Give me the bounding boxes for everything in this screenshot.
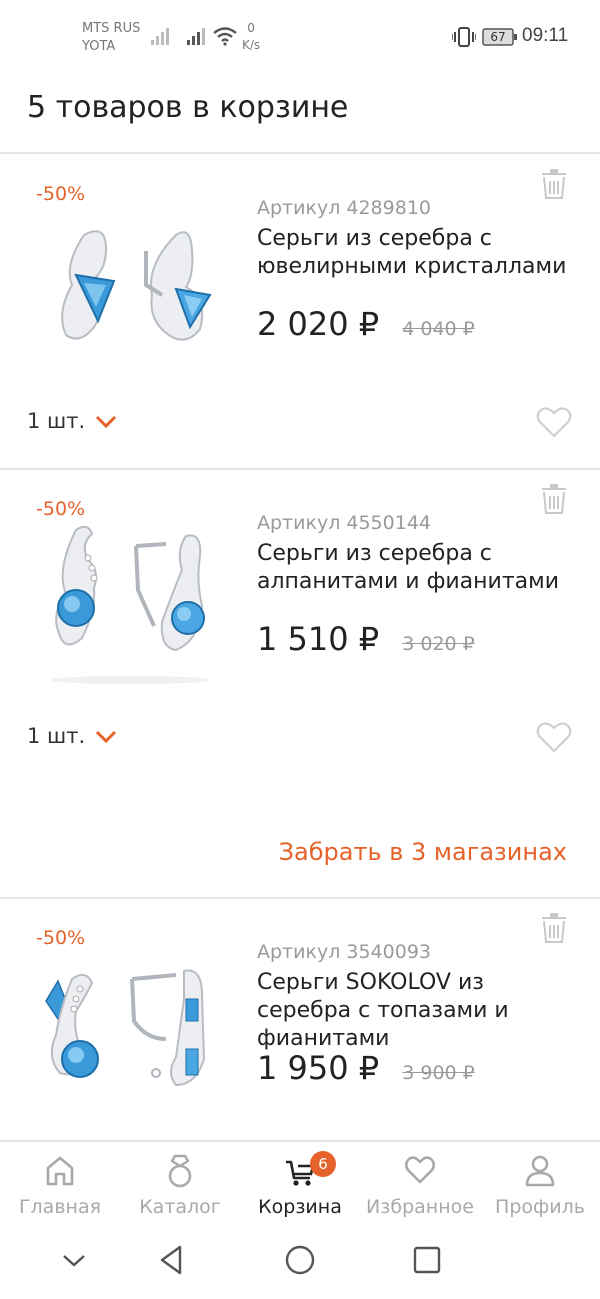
network-speed: 0 K/s (242, 20, 260, 54)
vibrate-icon (452, 27, 476, 47)
favorite-icon[interactable] (536, 722, 572, 754)
delete-icon[interactable] (540, 169, 568, 199)
current-price: 2 020 ₽ (257, 305, 380, 343)
ring-icon (168, 1154, 192, 1188)
nav-item-favorites[interactable]: Избранное (360, 1142, 480, 1224)
nav-label: Избранное (366, 1196, 474, 1218)
cart-item[interactable]: -50% Артикул 4550144 Серьги из серебра с… (0, 470, 600, 899)
price-row: 1 510 ₽ 3 020 ₽ (257, 620, 475, 658)
nav-label: Главная (18, 1196, 102, 1218)
carrier-info: MTS RUS YOTA (82, 20, 140, 56)
network-speed-value: 0 (247, 21, 255, 35)
product-image[interactable] (36, 939, 226, 1114)
clock: 09:11 (522, 25, 569, 46)
home-icon (46, 1156, 74, 1186)
price-row: 2 020 ₽ 4 040 ₽ (257, 305, 475, 343)
recent-apps-icon[interactable] (409, 1242, 445, 1278)
old-price: 3 020 ₽ (402, 633, 475, 655)
network-speed-unit: K/s (242, 38, 261, 52)
battery-indicator: 67 (482, 28, 518, 46)
carrier-name-1: MTS RUS (82, 21, 141, 36)
signal-icon (151, 28, 169, 45)
quantity-value: 1 шт. (27, 409, 86, 433)
nav-item-home[interactable]: Главная (0, 1142, 120, 1224)
quantity-selector[interactable]: 1 шт. (27, 724, 117, 748)
hide-keyboard-icon[interactable] (56, 1242, 92, 1278)
current-price: 1 950 ₽ (257, 1049, 380, 1087)
chevron-down-icon (96, 730, 117, 744)
cart-item[interactable]: -50% Артикул 3540093 Серьги SOKOLOV из с… (0, 899, 600, 1140)
price-row: 1 950 ₽ 3 900 ₽ (257, 1049, 475, 1087)
product-name[interactable]: Серьги SOKOLOV из серебра с топазами и ф… (257, 969, 577, 1053)
profile-icon (525, 1155, 555, 1187)
current-price: 1 510 ₽ (257, 620, 380, 658)
nav-label: Профиль (495, 1196, 585, 1218)
cart-item[interactable]: -50% Артикул 4289810 Серьги из серебра с… (0, 155, 600, 470)
signal-icon (187, 28, 205, 45)
bottom-navigation: Главная Каталог 6 Корзина Избранное Проф… (0, 1140, 600, 1222)
wifi-icon (213, 27, 237, 46)
nav-item-profile[interactable]: Профиль (480, 1142, 600, 1224)
carrier-name-2: YOTA (82, 39, 116, 54)
product-name[interactable]: Серьги из серебра с алпанитами и фианита… (257, 540, 577, 596)
nav-label: Корзина (258, 1196, 342, 1218)
nav-item-catalog[interactable]: Каталог (120, 1142, 240, 1224)
chevron-down-icon (96, 415, 117, 429)
back-icon[interactable] (154, 1242, 190, 1278)
heart-icon (404, 1156, 436, 1184)
cart-count-badge: 6 (310, 1151, 336, 1177)
favorite-icon[interactable] (536, 407, 572, 439)
product-image[interactable] (36, 195, 226, 370)
product-sku: Артикул 4289810 (257, 197, 431, 219)
quantity-value: 1 шт. (27, 724, 86, 748)
nav-label: Каталог (139, 1196, 221, 1218)
delete-icon[interactable] (540, 913, 568, 943)
nav-item-cart[interactable]: 6 Корзина (240, 1142, 360, 1224)
system-navigation-bar (0, 1222, 600, 1299)
page-title: 5 товаров в корзине (27, 90, 349, 125)
product-sku: Артикул 3540093 (257, 941, 431, 963)
product-name[interactable]: Серьги из серебра с ювелирными кристалла… (257, 225, 577, 281)
old-price: 3 900 ₽ (402, 1062, 475, 1084)
old-price: 4 040 ₽ (402, 318, 475, 340)
product-sku: Артикул 4550144 (257, 512, 431, 534)
cart-list[interactable]: -50% Артикул 4289810 Серьги из серебра с… (0, 155, 600, 1140)
pickup-stores-link[interactable]: Забрать в 3 магазинах (279, 838, 567, 866)
battery-level: 67 (490, 30, 506, 44)
home-button-icon[interactable] (282, 1242, 318, 1278)
product-image[interactable] (36, 510, 226, 685)
delete-icon[interactable] (540, 484, 568, 514)
quantity-selector[interactable]: 1 шт. (27, 409, 117, 433)
status-bar: MTS RUS YOTA 0 K/s 67 09:11 (0, 0, 600, 72)
page-header: 5 товаров в корзине (0, 72, 600, 154)
